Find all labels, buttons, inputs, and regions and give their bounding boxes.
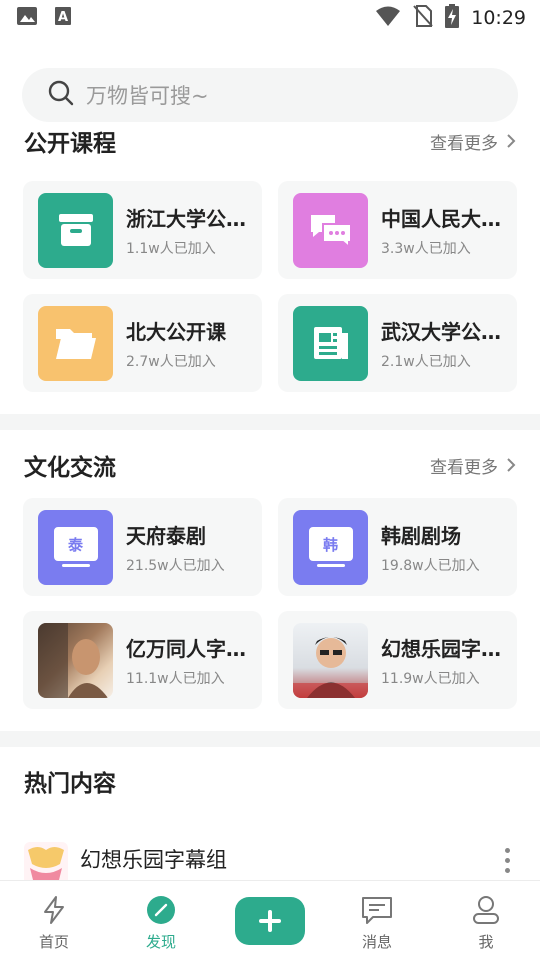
nav-me-label: 我 (478, 933, 494, 951)
message-icon (362, 897, 392, 924)
culture-card-yiwan[interactable]: 亿万同人字幕组 11.1w人已加入 (23, 611, 262, 709)
card-members: 21.5w人已加入 (126, 557, 225, 574)
section-divider (0, 414, 540, 430)
card-members: 19.8w人已加入 (381, 557, 480, 574)
nav-home-label: 首页 (38, 933, 69, 951)
folder-icon (38, 305, 113, 381)
nav-discover[interactable]: 发现 (116, 881, 206, 960)
discover-feed[interactable]: 公开课程 查看更多 浙江大学公开课 1.1w人已加入 中国人民大学公开课 3.3… (0, 130, 540, 880)
card-members: 2.7w人已加入 (126, 353, 216, 370)
tv-badge: 泰 (53, 527, 98, 561)
tv-icon: 泰 (38, 509, 113, 585)
open-courses-header: 公开课程 查看更多 (24, 130, 516, 158)
group-photo-thumbnail (293, 622, 368, 698)
more-label: 查看更多 (430, 133, 498, 154)
chevron-right-icon (507, 134, 516, 148)
bottom-nav: 首页 发现 消息 我 (0, 880, 540, 960)
card-title: 北大公开课 (126, 319, 226, 344)
user-icon (473, 896, 499, 924)
nav-discover-label: 发现 (145, 933, 176, 951)
nav-me[interactable]: 我 (441, 881, 531, 960)
group-avatar (24, 842, 68, 880)
culture-header: 文化交流 查看更多 (24, 448, 516, 482)
add-button[interactable] (235, 897, 305, 945)
card-title: 亿万同人字幕组 (126, 636, 254, 661)
card-members: 2.1w人已加入 (381, 353, 471, 370)
hot-header: 热门内容 (24, 764, 516, 798)
card-title: 武汉大学公开课 (381, 319, 509, 344)
group-photo-thumbnail (38, 622, 113, 698)
section-divider (0, 731, 540, 747)
search-icon (48, 80, 74, 110)
card-title: 中国人民大学公开课 (381, 206, 509, 231)
font-a-icon: A (54, 6, 72, 30)
course-card-whu[interactable]: 武汉大学公开课 2.1w人已加入 (278, 294, 517, 392)
card-title: 浙江大学公开课 (126, 206, 254, 231)
chevron-right-icon (507, 458, 516, 472)
card-members: 11.9w人已加入 (381, 670, 480, 687)
status-bar: A 10:29 (0, 0, 540, 36)
hot-item-title: 幻想乐园字幕组 (80, 848, 227, 872)
lightning-icon (44, 896, 64, 924)
culture-more-link[interactable]: 查看更多 (430, 453, 516, 478)
more-options-icon[interactable] (499, 842, 516, 879)
more-label: 查看更多 (430, 457, 498, 478)
wifi-icon (375, 5, 401, 31)
section-title-hot: 热门内容 (24, 771, 116, 797)
nav-messages[interactable]: 消息 (332, 881, 422, 960)
nav-messages-label: 消息 (361, 933, 392, 951)
svg-text:A: A (58, 10, 68, 25)
culture-card-korean[interactable]: 韩 韩剧剧场 19.8w人已加入 (278, 498, 517, 596)
plus-icon (259, 910, 281, 932)
no-sim-icon (413, 4, 433, 32)
image-icon (16, 6, 38, 30)
battery-charging-icon (445, 4, 460, 32)
nav-home[interactable]: 首页 (9, 881, 99, 960)
card-members: 11.1w人已加入 (126, 670, 225, 687)
card-title: 幻想乐园字幕组 (381, 636, 509, 661)
card-members: 1.1w人已加入 (126, 240, 216, 257)
section-title-open-courses: 公开课程 (24, 131, 116, 157)
tv-badge: 韩 (308, 527, 353, 561)
archive-box-icon (38, 192, 113, 268)
card-title: 韩剧剧场 (381, 523, 461, 548)
card-members: 3.3w人已加入 (381, 240, 471, 257)
tv-icon: 韩 (293, 509, 368, 585)
course-card-pku[interactable]: 北大公开课 2.7w人已加入 (23, 294, 262, 392)
card-title: 天府泰剧 (126, 523, 206, 548)
search-placeholder: 万物皆可搜~ (86, 84, 209, 108)
culture-card-fantasy[interactable]: 幻想乐园字幕组 11.9w人已加入 (278, 611, 517, 709)
search-input[interactable]: 万物皆可搜~ (22, 68, 518, 122)
open-courses-more-link[interactable]: 查看更多 (430, 130, 516, 154)
compass-icon (147, 896, 175, 924)
status-time: 10:29 (471, 7, 526, 29)
chat-bubbles-icon (293, 192, 368, 268)
hot-list-item[interactable]: 幻想乐园字幕组 (24, 842, 516, 880)
course-card-ruc[interactable]: 中国人民大学公开课 3.3w人已加入 (278, 181, 517, 279)
section-title-culture: 文化交流 (24, 455, 116, 481)
culture-card-thai[interactable]: 泰 天府泰剧 21.5w人已加入 (23, 498, 262, 596)
course-card-zju[interactable]: 浙江大学公开课 1.1w人已加入 (23, 181, 262, 279)
newspaper-icon (293, 305, 368, 381)
